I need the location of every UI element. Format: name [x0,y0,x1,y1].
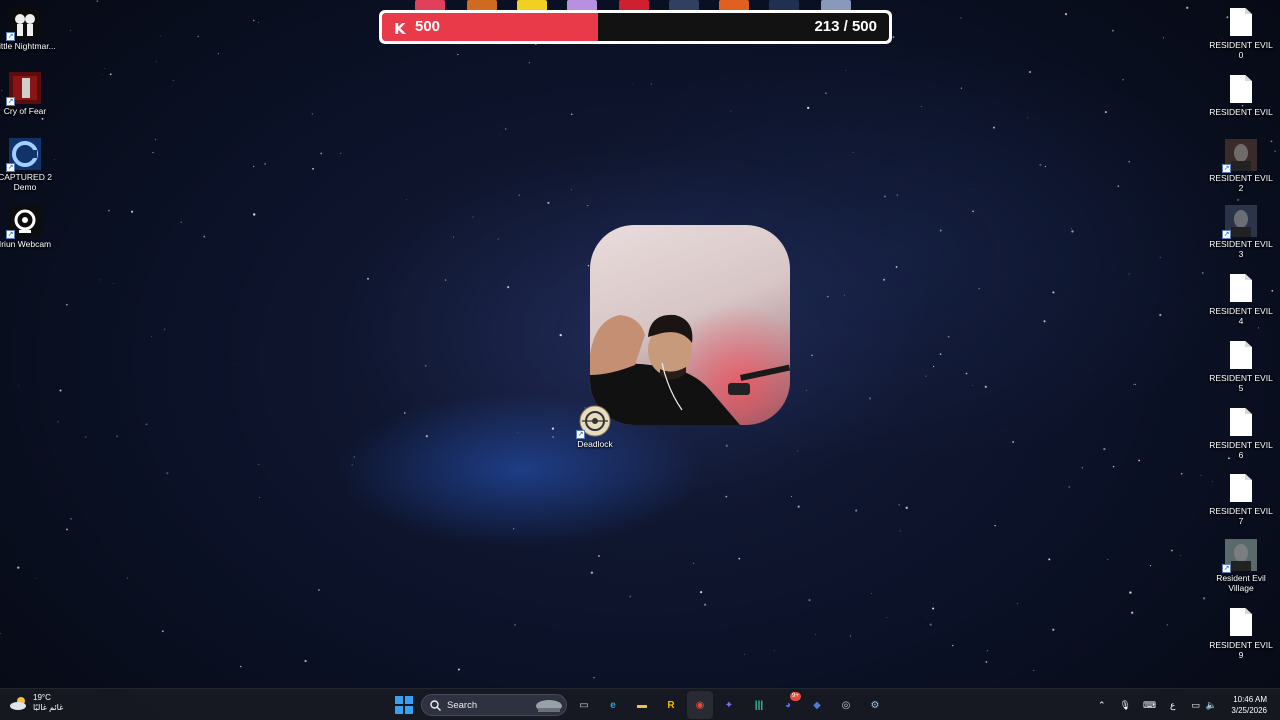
search-label: Search [447,699,478,711]
obs-icon[interactable]: ◎ [836,695,856,715]
kick-icon: K [394,20,406,38]
microphone-icon[interactable]: 🎙 [1120,700,1131,711]
clock[interactable]: 10:46 AM 3/25/2026 [1231,694,1267,716]
file-icon [1225,6,1257,38]
steam-icon[interactable]: ⚙ [865,695,885,715]
file-explorer-icon[interactable]: ▬ [632,695,652,715]
display-icon[interactable]: ▭ [1191,700,1200,711]
desktop-icon-deadlock[interactable]: ↗ Deadlock [560,405,630,449]
desktop-icon-label: Little Nightmar... [0,41,56,51]
file-icon [1225,472,1257,504]
iriun-webcam-icon: ↗ [6,205,41,239]
desktop-icon-resident-evil[interactable]: RESIDENT EVIL 6 [1206,406,1276,460]
captured-2-icon: ↗ [6,138,41,172]
kick-goal-bar: K 500 213 / 500 [379,10,892,44]
desktop-icon-cry-of-fear[interactable]: ↗ Cry of Fear [0,72,60,116]
deadlock-icon: ↗ [576,405,611,439]
weather-widget[interactable]: 19°C غائم غالبًا [10,693,63,713]
desktop-icon-label: RESIDENT EVIL 4 [1209,306,1273,326]
taskbar-search[interactable]: Search [421,694,567,716]
desktop-icon-label: Resident Evil Village [1216,573,1266,593]
task-view-icon[interactable]: ▭ [574,695,594,715]
desktop-icon-label: RESIDENT EVIL 9 [1209,640,1273,660]
desktop-icon-label: RESIDENT EVIL 3 [1209,239,1273,259]
re2-icon: ↗ [1222,139,1257,173]
rockstar-icon[interactable]: R [661,695,681,715]
desktop-icon-iriun-webcam[interactable]: ↗ Iriun Webcam [0,205,60,249]
volume-icon[interactable]: 🔈 [1206,700,1217,711]
clock-time: 10:46 AM [1233,695,1267,704]
desktop-icon-label: Iriun Webcam [0,239,52,249]
audio-app-icon[interactable]: ||| [749,695,769,715]
app-diamond-icon[interactable]: ◆ [807,695,827,715]
desktop-icon-label: RESIDENT EVIL 5 [1209,373,1273,393]
re-village-icon: ↗ [1222,539,1257,573]
clock-date: 3/25/2026 [1231,706,1267,715]
desktop-icon-label: RESIDENT EVIL 7 [1209,506,1273,526]
desktop-icon-resident-evil[interactable]: RESIDENT EVIL 7 [1206,472,1276,526]
file-icon [1225,339,1257,371]
desktop-icon-resident-evil[interactable]: RESIDENT EVIL 9 [1206,606,1276,660]
file-icon [1225,272,1257,304]
input-language[interactable]: ع [1170,700,1175,711]
desktop-icon-resident-evil[interactable]: ↗ Resident Evil Village [1206,539,1276,593]
goal-progress-text: 213 / 500 [814,18,877,35]
desktop-icon-label: RESIDENT EVIL [1209,107,1273,117]
desktop-icon-label: RESIDENT EVIL 2 [1209,173,1273,193]
webcam-overlay [590,225,790,425]
system-tray: ⌃ 🎙 ⌨ ع ▭ 🔈 [1098,689,1223,720]
desktop-icon-resident-evil[interactable]: RESIDENT EVIL [1206,73,1276,117]
search-highlight-icon [536,700,562,712]
desktop-icon-resident-evil[interactable]: ↗ RESIDENT EVIL 3 [1206,205,1276,259]
chevron-up-icon[interactable]: ⌃ [1098,700,1106,711]
chrome-icon[interactable]: ◉ [690,695,710,715]
desktop-icon-resident-evil[interactable]: ↗ RESIDENT EVIL 2 [1206,139,1276,193]
weather-temp: 19°C [33,693,51,702]
taskbar: 19°C غائم غالبًا Search ▭ e ▬ R ◉ ✦ ||| ◕ 9+ ◆ ◎ ⚙ … [0,688,1280,720]
desktop-icon-resident-evil[interactable]: RESIDENT EVIL 0 [1206,6,1276,60]
desktop-icon-resident-evil[interactable]: RESIDENT EVIL 4 [1206,272,1276,326]
file-icon [1225,406,1257,438]
cloud-icon [10,697,26,710]
cry-of-fear-icon: ↗ [6,72,41,106]
keyboard-icon[interactable]: ⌨ [1143,700,1156,711]
edge-icon[interactable]: e [603,695,623,715]
goal-amount: 500 [415,18,441,35]
desktop-icon-label: Cry of Fear [3,106,47,116]
desktop-icon-label: Deadlock [577,439,613,449]
desktop-icon-resident-evil[interactable]: RESIDENT EVIL 5 [1206,339,1276,393]
re3-icon: ↗ [1222,205,1257,239]
weather-condition: غائم غالبًا [33,703,64,712]
desktop-icon-label: CAPTURED 2 Demo [0,172,52,192]
search-icon [430,699,441,711]
little-nightmares-icon: ↗ [6,7,41,41]
desktop-icon-captured-2[interactable]: ↗ CAPTURED 2 Demo [0,138,60,192]
desktop-icon-label: RESIDENT EVIL 0 [1209,40,1273,60]
start-button[interactable] [395,696,413,714]
file-icon [1225,73,1257,105]
copilot-icon[interactable]: ✦ [719,695,739,715]
discord-badge: 9+ [790,692,801,701]
desktop-icon-label: RESIDENT EVIL 6 [1209,440,1273,460]
desktop-icon-little-nightmares[interactable]: ↗ Little Nightmar... [0,7,60,51]
file-icon [1225,606,1257,638]
